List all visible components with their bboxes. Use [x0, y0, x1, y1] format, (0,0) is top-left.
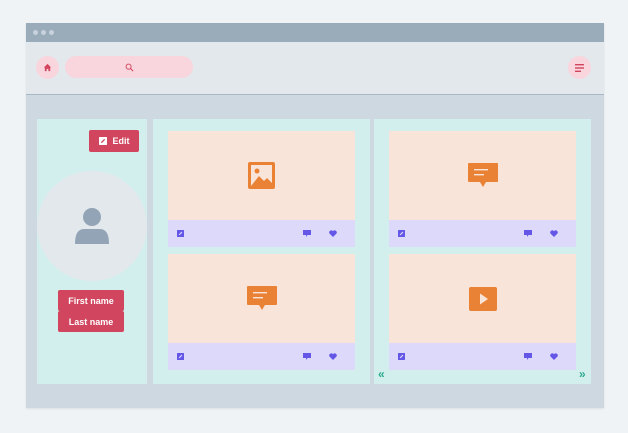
- edit-button-label: Edit: [112, 136, 130, 146]
- message-icon: [467, 163, 498, 187]
- comment-card[interactable]: [168, 254, 355, 370]
- menu-icon: [575, 63, 584, 72]
- heart-icon[interactable]: [550, 230, 558, 237]
- content-column: [153, 119, 370, 384]
- avatar: [37, 171, 147, 281]
- user-icon: [75, 208, 109, 244]
- edit-profile-button[interactable]: Edit: [89, 130, 139, 152]
- card-media[interactable]: [389, 131, 576, 220]
- navbar: [26, 42, 604, 95]
- edit-icon: [98, 137, 107, 145]
- content-column: « »: [374, 119, 591, 384]
- profile-panel: Edit First name Last name: [37, 119, 147, 384]
- comment-icon[interactable]: [303, 353, 311, 360]
- last-name-field[interactable]: Last name: [58, 311, 124, 332]
- image-card[interactable]: [168, 131, 355, 247]
- window-dot[interactable]: [33, 30, 38, 35]
- heart-icon[interactable]: [329, 230, 337, 237]
- card-media[interactable]: [389, 254, 576, 343]
- next-page-button[interactable]: »: [579, 368, 586, 380]
- card-footer: [389, 343, 576, 370]
- heart-icon[interactable]: [329, 353, 337, 360]
- card-media[interactable]: [168, 131, 355, 220]
- first-name-field[interactable]: First name: [58, 290, 124, 311]
- edit-icon[interactable]: [398, 230, 405, 237]
- comment-icon[interactable]: [524, 353, 532, 360]
- card-footer: [389, 220, 576, 247]
- card-media[interactable]: [168, 254, 355, 343]
- edit-icon[interactable]: [398, 353, 405, 360]
- card-footer: [168, 343, 355, 370]
- search-icon: [125, 63, 133, 71]
- browser-window: Edit First name Last name « »: [26, 23, 604, 408]
- card-footer: [168, 220, 355, 247]
- image-icon: [248, 162, 275, 189]
- search-input[interactable]: [65, 56, 193, 78]
- titlebar: [26, 23, 604, 42]
- edit-icon[interactable]: [177, 353, 184, 360]
- heart-icon[interactable]: [550, 353, 558, 360]
- video-card[interactable]: [389, 254, 576, 370]
- comment-card[interactable]: [389, 131, 576, 247]
- message-icon: [246, 286, 277, 310]
- home-button[interactable]: [36, 56, 59, 79]
- menu-button[interactable]: [568, 56, 591, 79]
- comment-icon[interactable]: [524, 230, 532, 237]
- window-dot[interactable]: [41, 30, 46, 35]
- window-dot[interactable]: [49, 30, 54, 35]
- home-icon: [43, 63, 52, 72]
- play-icon: [468, 286, 497, 311]
- previous-page-button[interactable]: «: [378, 368, 385, 380]
- edit-icon[interactable]: [177, 230, 184, 237]
- comment-icon[interactable]: [303, 230, 311, 237]
